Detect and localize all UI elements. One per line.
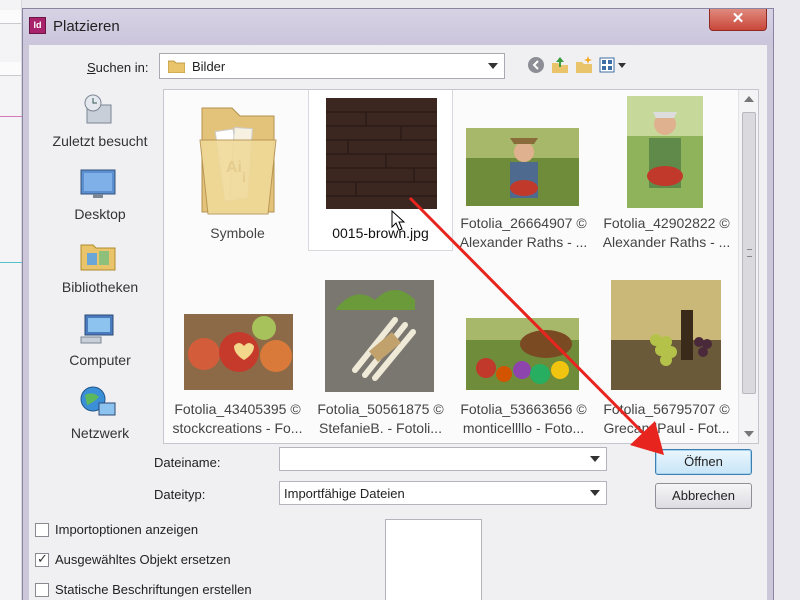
file-name: 0015-brown.jpg (332, 225, 429, 241)
file-tile-fotolia-42902822[interactable]: Fotolia_42902822 © Alexander Raths - ... (595, 90, 738, 250)
libraries-icon (80, 244, 116, 271)
column-guide-line (0, 262, 22, 263)
indesign-app-icon: Id (29, 17, 46, 34)
mouse-cursor-icon (391, 210, 406, 231)
scroll-down-arrow-icon[interactable] (744, 431, 754, 437)
recent-places-icon (84, 94, 112, 124)
place-label: Netzwerk (70, 425, 130, 441)
file-name: Symbole (210, 225, 265, 241)
checkbox[interactable] (35, 523, 49, 537)
view-menu-icon[interactable] (598, 55, 628, 75)
look-in-value: Bilder (192, 59, 226, 74)
file-tile-0015-brown[interactable]: 0015-brown.jpg (308, 90, 453, 251)
file-tile-fotolia-56795707[interactable]: Fotolia_56795707 © GrecandPaul - Fot... (595, 280, 738, 440)
file-name: Fotolia_43405395 © stockcreations - Fo... (172, 401, 303, 436)
file-name: Fotolia_42902822 © Alexander Raths - ... (602, 215, 731, 250)
brown-wood-thumbnail (326, 98, 437, 209)
filename-combobox[interactable] (279, 447, 607, 471)
place-dialog: Id Platzieren ✕ Suchen in: Bilder Zuletz… (22, 8, 774, 600)
file-name: Fotolia_26664907 © Alexander Raths - ... (459, 215, 588, 250)
checkbox[interactable] (35, 583, 49, 597)
man-with-apples-thumbnail (627, 96, 703, 208)
chevron-down-icon[interactable] (488, 63, 498, 69)
apples-heart-thumbnail (184, 314, 293, 390)
checkbox-label: Statische Beschriftungen erstellen (55, 582, 252, 597)
file-tile-fotolia-53663656[interactable]: Fotolia_53663656 © monticellllo - Foto... (452, 280, 595, 440)
place-libraries[interactable]: Bibliotheken (35, 235, 165, 307)
new-folder-icon[interactable] (574, 55, 594, 75)
look-in-label: Suchen in: (87, 60, 149, 75)
cancel-button[interactable]: Abbrechen (655, 483, 752, 509)
grip-icon (747, 249, 752, 257)
title-bar[interactable]: Id Platzieren ✕ (23, 9, 773, 45)
farmer-photo-thumbnail (466, 128, 579, 206)
look-in-combobox[interactable]: Bilder (159, 53, 505, 79)
file-name: Fotolia_56795707 © GrecandPaul - Fot... (603, 401, 730, 436)
back-icon[interactable] (526, 55, 546, 75)
filetype-value: Importfähige Dateien (284, 486, 405, 501)
chevron-down-icon[interactable] (590, 490, 600, 496)
margin-guide-line (0, 116, 22, 117)
places-bar: Zuletzt besucht Desktop Bibliotheken Com… (35, 89, 165, 444)
place-label: Desktop (74, 206, 126, 222)
file-tile-fotolia-50561875[interactable]: Fotolia_50561875 © StefanieB. - Fotoli... (309, 280, 452, 440)
checkbox-checked[interactable] (35, 551, 49, 567)
up-folder-icon[interactable] (550, 55, 570, 75)
file-tile-fotolia-43405395[interactable]: Fotolia_43405395 © stockcreations - Fo... (166, 280, 309, 440)
file-tile-symbole[interactable]: Ai i Symbole (166, 90, 309, 250)
place-recent[interactable]: Zuletzt besucht (35, 89, 165, 161)
checkbox-label: Importoptionen anzeigen (55, 522, 199, 537)
place-network[interactable]: Netzwerk (35, 381, 165, 453)
place-label: Zuletzt besucht (52, 133, 148, 149)
vegetable-basket-thumbnail (466, 318, 579, 390)
checkbox-label: Ausgewähltes Objekt ersetzen (55, 552, 231, 567)
computer-icon (80, 314, 114, 344)
file-name: Fotolia_50561875 © StefanieB. - Fotoli... (317, 401, 444, 436)
folder-icon: Ai i (199, 107, 277, 215)
place-desktop[interactable]: Desktop (35, 162, 165, 234)
dialog-client-area: Suchen in: Bilder Zuletzt besucht Deskto… (29, 45, 767, 600)
scrollbar-thumb[interactable] (742, 112, 756, 394)
open-button[interactable]: Öffnen (655, 449, 752, 475)
preview-box (385, 519, 482, 600)
ruler-second (0, 62, 21, 76)
network-icon (80, 386, 116, 416)
file-name: Fotolia_53663656 © monticellllo - Foto... (460, 401, 587, 436)
file-tile-fotolia-26664907[interactable]: Fotolia_26664907 © Alexander Raths - ... (452, 90, 595, 250)
filetype-select[interactable]: Importfähige Dateien (279, 481, 607, 505)
scroll-up-arrow-icon[interactable] (744, 96, 754, 102)
filetype-label: Dateityp: (154, 487, 206, 502)
close-button[interactable]: ✕ (709, 9, 767, 31)
filename-label: Dateiname: (154, 455, 221, 470)
vertical-scrollbar[interactable] (738, 90, 758, 443)
place-label: Computer (69, 352, 131, 368)
file-list-view[interactable]: Ai i Symbole 0015-brown.jpg (163, 89, 759, 444)
window-title: Platzieren (53, 18, 120, 35)
folder-icon (168, 60, 185, 73)
background-app-panel (0, 0, 22, 600)
ruler-top (0, 10, 21, 24)
place-label: Bibliotheken (61, 279, 139, 295)
asparagus-thumbnail (325, 280, 434, 392)
place-computer[interactable]: Computer (35, 308, 165, 380)
chevron-down-icon[interactable] (590, 456, 600, 462)
desktop-icon (80, 169, 116, 198)
grapes-wine-thumbnail (611, 280, 721, 390)
